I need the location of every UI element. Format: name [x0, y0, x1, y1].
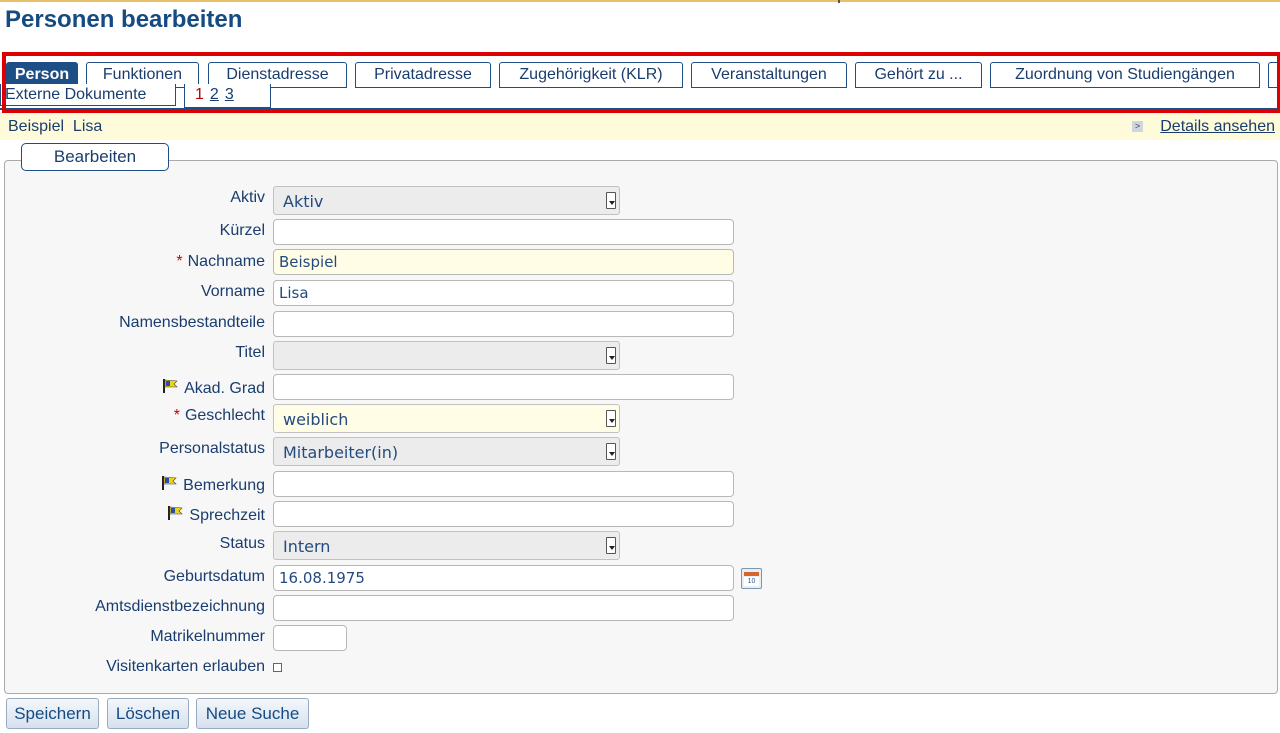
label-status-text: Status	[219, 535, 265, 552]
label-namensbestandteile: Namensbestandteile	[119, 314, 265, 332]
label-vorname-text: Vorname	[200, 283, 265, 300]
label-kuerzel: Kürzel	[220, 222, 265, 240]
label-status: Status	[220, 535, 265, 553]
tab-pager: 123	[184, 84, 271, 108]
akad-grad-input[interactable]	[273, 374, 734, 400]
label-bemerkung-text: Bemerkung	[183, 477, 265, 494]
new-search-button[interactable]: Neue Suche	[196, 698, 309, 729]
page-title: Personen bearbeiten	[5, 6, 243, 33]
label-bemerkung: Bemerkung	[161, 476, 265, 495]
namensbestandteile-input[interactable]	[273, 311, 734, 337]
calendar-icon-day: 10	[744, 577, 759, 586]
label-akad-grad: Akad. Grad	[162, 379, 265, 398]
tab-bottom-line	[0, 108, 1280, 110]
titel-select[interactable]	[273, 341, 620, 370]
tab-veranstaltungen[interactable]: Veranstaltungen	[691, 62, 847, 88]
tab-zuordnung-studiengaenge[interactable]: Zuordnung von Studiengängen	[990, 62, 1260, 88]
geburtsdatum-input[interactable]: 16.08.1975	[273, 565, 734, 591]
vorname-input[interactable]: Lisa	[273, 280, 734, 306]
label-aktiv: Aktiv	[230, 189, 265, 207]
personalstatus-select-value: Mitarbeiter(in)	[283, 443, 399, 462]
chevron-down-icon	[606, 443, 616, 460]
calendar-icon[interactable]: 10	[741, 568, 762, 589]
pager-page-link[interactable]: 3	[225, 86, 234, 103]
label-nachname: * Nachname	[176, 253, 265, 271]
chevron-down-icon	[606, 410, 616, 427]
label-geburtsdatum-text: Geburtsdatum	[163, 568, 265, 585]
amtsdienstbezeichnung-input[interactable]	[273, 595, 734, 621]
label-kuerzel-text: Kürzel	[219, 222, 265, 239]
pager-current-page: 1	[195, 86, 204, 103]
tab-privatadresse[interactable]: Privatadresse	[355, 62, 491, 88]
visitenkarten-checkbox[interactable]	[273, 663, 282, 672]
chevron-down-icon	[606, 192, 616, 209]
save-button[interactable]: Speichern	[6, 698, 99, 729]
label-titel: Titel	[235, 344, 265, 362]
calendar-icon-header	[744, 572, 759, 576]
label-personalstatus: Personalstatus	[159, 440, 265, 458]
label-nachname-text: Nachname	[187, 253, 265, 270]
details-link[interactable]: Details ansehen	[1160, 118, 1275, 136]
matrikelnummer-input[interactable]	[273, 625, 347, 651]
kuerzel-input[interactable]	[273, 219, 734, 245]
required-marker: *	[173, 407, 180, 424]
bemerkung-input[interactable]	[273, 471, 734, 497]
label-geschlecht: * Geschlecht	[174, 407, 265, 425]
top-accent-line	[0, 0, 1280, 2]
tab-gehoert-zu[interactable]: Gehört zu ...	[855, 62, 982, 88]
flag-icon	[163, 379, 178, 393]
label-sprechzeit-text: Sprechzeit	[189, 507, 265, 524]
label-amtsdienstbezeichnung-text: Amtsdienstbezeichnung	[95, 598, 265, 615]
status-select[interactable]: Intern	[273, 531, 620, 560]
top-line-marker	[838, 0, 840, 3]
tab-externe-dokumente[interactable]: Externe Dokumente	[0, 84, 176, 106]
aktiv-select[interactable]: Aktiv	[273, 186, 620, 215]
tab-zugehoerigkeit[interactable]: Zugehörigkeit (KLR)	[499, 62, 683, 88]
flag-icon	[168, 506, 184, 520]
sprechzeit-input[interactable]	[273, 501, 734, 527]
label-geschlecht-text: Geschlecht	[184, 407, 265, 424]
record-name: Beispiel Lisa	[8, 118, 103, 135]
geschlecht-select-value: weiblich	[283, 410, 349, 429]
tab-overflow[interactable]	[1268, 62, 1280, 88]
personalstatus-select[interactable]: Mitarbeiter(in)	[273, 437, 620, 466]
chevron-down-icon	[606, 537, 616, 554]
flag-icon	[162, 476, 177, 490]
label-visitenkarten: Visitenkarten erlauben	[106, 658, 265, 676]
status-select-value: Intern	[283, 537, 331, 556]
label-matrikelnummer-text: Matrikelnummer	[150, 628, 265, 645]
label-sprechzeit: Sprechzeit	[167, 506, 265, 525]
nachname-input[interactable]: Beispiel	[273, 249, 734, 275]
label-amtsdienstbezeichnung: Amtsdienstbezeichnung	[95, 598, 265, 616]
label-aktiv-text: Aktiv	[230, 189, 265, 206]
label-vorname: Vorname	[201, 283, 265, 301]
pager-page-link[interactable]: 2	[210, 86, 219, 103]
arrow-right-icon: >	[1132, 121, 1143, 132]
geschlecht-select[interactable]: weiblich	[273, 404, 620, 433]
label-visitenkarten-text: Visitenkarten erlauben	[106, 658, 265, 675]
label-titel-text: Titel	[235, 344, 265, 361]
fieldset-legend: Bearbeiten	[21, 143, 169, 171]
record-info-bar: Beispiel Lisa > Details ansehen	[0, 113, 1280, 140]
label-akad-grad-text: Akad. Grad	[184, 380, 265, 397]
chevron-down-icon	[606, 347, 616, 364]
label-namensbestandteile-text: Namensbestandteile	[119, 314, 265, 331]
label-geburtsdatum: Geburtsdatum	[164, 568, 265, 586]
label-personalstatus-text: Personalstatus	[159, 440, 265, 457]
aktiv-select-value: Aktiv	[283, 192, 324, 211]
delete-button[interactable]: Löschen	[107, 698, 189, 729]
required-marker: *	[176, 253, 183, 270]
label-matrikelnummer: Matrikelnummer	[150, 628, 265, 646]
